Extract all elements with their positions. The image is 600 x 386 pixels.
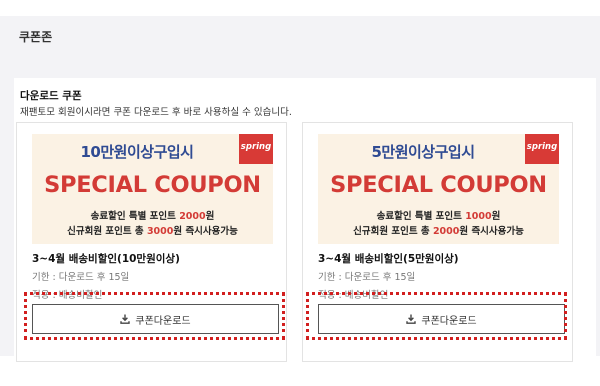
coupon-title: 3~4월 배송비할인(10만원이상) — [32, 253, 180, 265]
coupon-title: 3~4월 배송비할인(5만원이상) — [318, 253, 459, 265]
spring-badge: spring — [525, 134, 559, 164]
banner-headline: SPECIAL COUPON — [330, 172, 547, 198]
coupon-zone-title: 쿠폰존 — [19, 30, 53, 44]
banner-amount-text: 10만원이상구입시 — [80, 143, 194, 161]
coupon-period: 기한 : 다운로드 후 15일 — [32, 272, 130, 283]
annotation-highlight-box — [306, 292, 567, 340]
spring-badge: spring — [239, 134, 273, 164]
banner-line-2: 신규회원 포인트 총 3000원 즉시사용가능 — [67, 226, 238, 237]
banner-line-2: 신규회원 포인트 총 2000원 즉시사용가능 — [353, 226, 524, 237]
section-description: 재팬토모 회원이시라면 쿠폰 다운로드 후 바로 사용하실 수 있습니다. — [20, 107, 292, 118]
annotation-highlight-box — [24, 292, 285, 340]
section-title: 다운로드 쿠폰 — [20, 90, 82, 102]
banner-amount-text: 5만원이상구입시 — [371, 143, 475, 161]
coupon-banner-image: 5만원이상구입시 spring SPECIAL COUPON 송료할인 특별 포… — [318, 134, 559, 244]
coupon-banner-image: 10만원이상구입시 spring SPECIAL COUPON 송료할인 특별 … — [32, 134, 273, 244]
banner-line-1: 송료할인 특별 포인트 2000원 — [90, 211, 215, 222]
banner-headline: SPECIAL COUPON — [44, 172, 261, 198]
banner-line-1: 송료할인 특별 포인트 1000원 — [376, 211, 501, 222]
coupon-period: 기한 : 다운로드 후 15일 — [318, 272, 416, 283]
